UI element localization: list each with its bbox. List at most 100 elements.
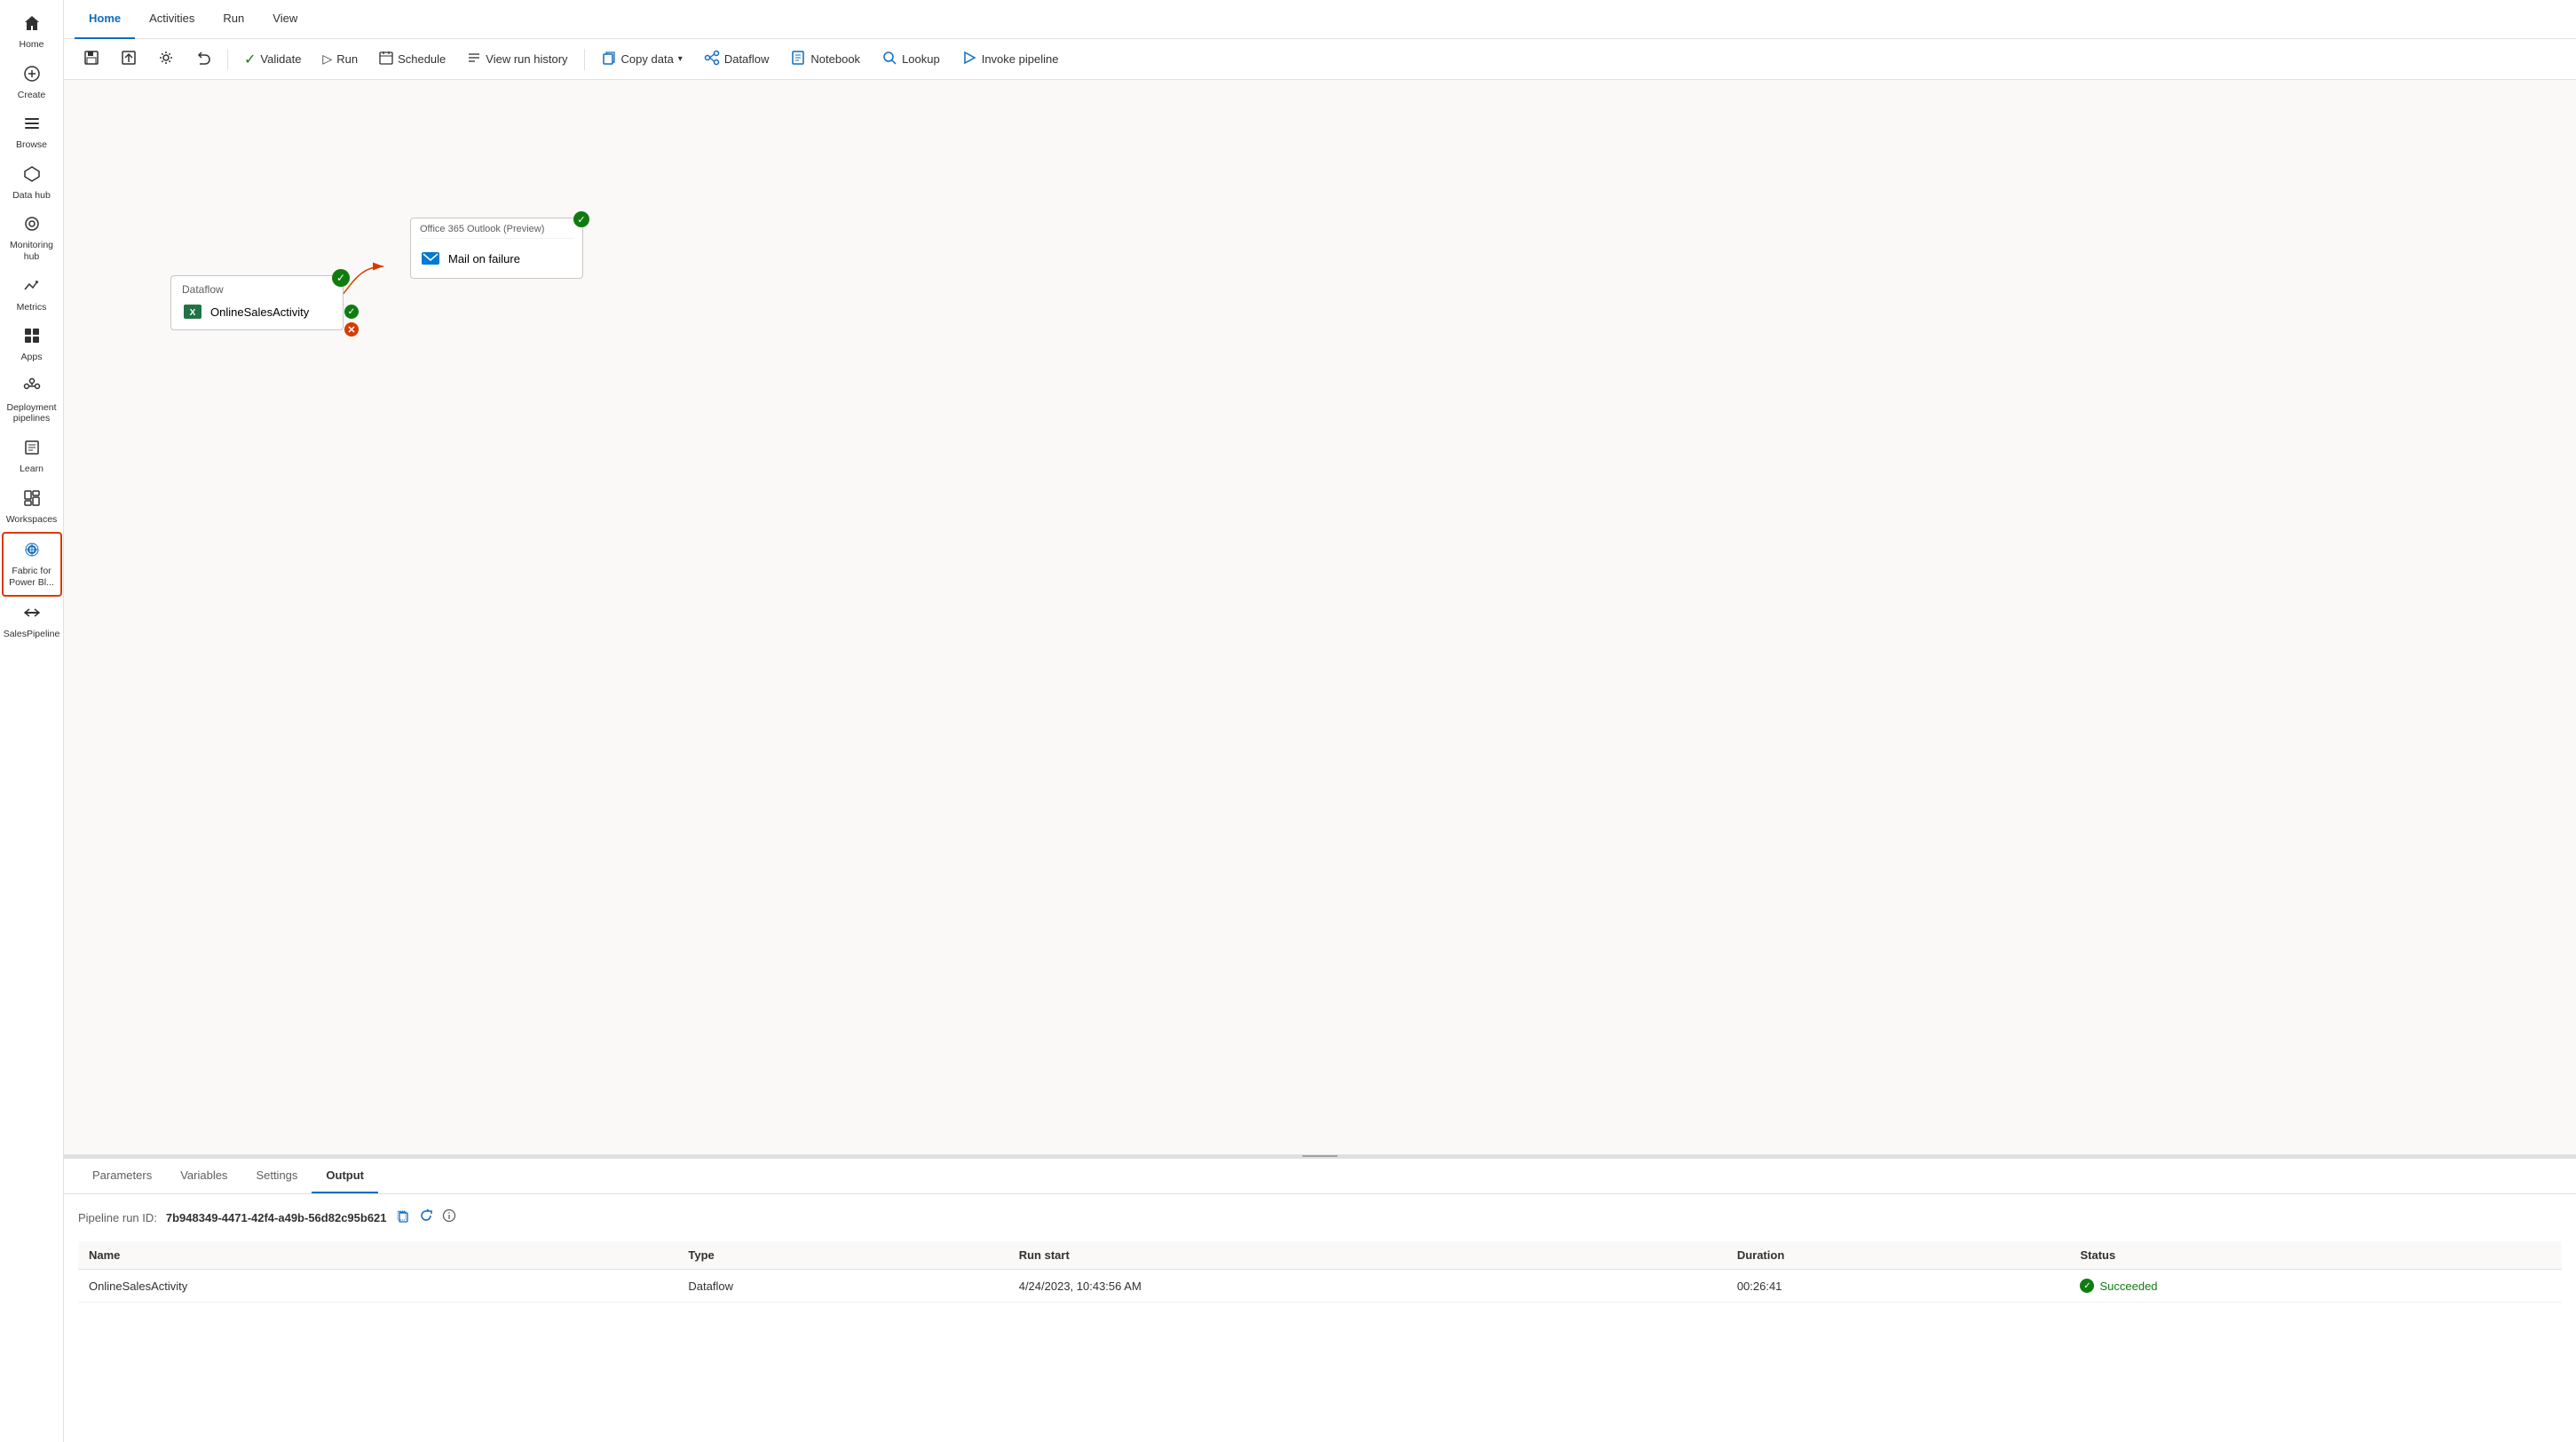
sidebar-item-metrics[interactable]: Metrics [2, 270, 62, 321]
sidebar-item-learn[interactable]: Learn [2, 432, 62, 482]
toolbar: ✓ Validate ▷ Run Schedule View run histo… [64, 39, 2576, 80]
top-navigation: Home Activities Run View [64, 0, 2576, 39]
dataflow-success-badge: ✓ [332, 269, 350, 287]
tab-run[interactable]: Run [209, 0, 258, 39]
sidebar-item-home[interactable]: Home [2, 7, 62, 58]
sidebar-item-workspaces[interactable]: Workspaces [2, 482, 62, 533]
sidebar-item-browse[interactable]: Browse [2, 107, 62, 158]
sidebar: Home Create Browse Data hub Monitoring h… [0, 0, 64, 1442]
status-dot-succeeded: ✓ [2080, 1279, 2094, 1293]
o365-node-activity: Mail on failure [420, 244, 573, 273]
sidebar-item-create[interactable]: Create [2, 58, 62, 108]
sidebar-item-apps[interactable]: Apps [2, 320, 62, 370]
schedule-icon [379, 51, 393, 67]
o365-activity-icon [420, 248, 441, 269]
settings-gear-icon [158, 50, 174, 68]
sidebar-item-workspaces-label: Workspaces [6, 514, 58, 526]
sidebar-item-sales-pipeline-label: SalesPipeline [4, 629, 60, 640]
pipeline-canvas-area[interactable]: ✓ Dataflow X OnlineSalesActivity ✓ ✕ ✓ O… [64, 80, 2576, 1154]
tab-output[interactable]: Output [312, 1158, 378, 1193]
lookup-icon [881, 50, 897, 68]
bottom-tabs: Parameters Variables Settings Output [64, 1159, 2576, 1194]
run-button[interactable]: ▷ Run [313, 45, 367, 74]
fail-branch-badge: ✕ [344, 322, 359, 337]
data-hub-icon [23, 165, 41, 186]
notebook-icon [790, 50, 806, 68]
output-content: Pipeline run ID: 7b948349-4471-42f4-a49b… [64, 1194, 2576, 1442]
learn-icon [23, 439, 41, 460]
run-history-icon [467, 51, 481, 67]
o365-node-header: Office 365 Outlook (Preview) [420, 224, 573, 239]
success-branch-badge: ✓ [344, 305, 359, 319]
col-type: Type [677, 1241, 1007, 1270]
copy-run-id-icon[interactable] [396, 1209, 410, 1226]
sales-pipeline-icon [23, 604, 41, 625]
save-icon [83, 50, 99, 68]
cell-duration: 00:26:41 [1727, 1270, 2070, 1303]
notebook-button[interactable]: Notebook [781, 45, 869, 74]
resize-line [1302, 1155, 1338, 1157]
invoke-pipeline-button[interactable]: Invoke pipeline [952, 45, 1068, 74]
dataflow-node[interactable]: ✓ Dataflow X OnlineSalesActivity ✓ ✕ [170, 275, 344, 330]
copy-data-button[interactable]: Copy data ▾ [592, 45, 691, 74]
sidebar-item-data-hub[interactable]: Data hub [2, 158, 62, 209]
dataflow-activity-name: OnlineSalesActivity [210, 305, 309, 319]
workspaces-icon [23, 489, 41, 511]
invoke-pipeline-icon [961, 50, 977, 68]
undo-icon [195, 50, 211, 68]
dataflow-node-activity: X OnlineSalesActivity [182, 301, 332, 322]
tab-activities[interactable]: Activities [135, 0, 209, 39]
sidebar-item-sales-pipeline[interactable]: SalesPipeline [2, 597, 62, 647]
cell-status: ✓ Succeeded [2069, 1270, 2562, 1303]
table-row[interactable]: OnlineSalesActivity Dataflow 4/24/2023, … [78, 1270, 2562, 1303]
pipeline-run-id-label: Pipeline run ID: [78, 1211, 157, 1224]
dataflow-icon [704, 50, 720, 68]
cell-name: OnlineSalesActivity [78, 1270, 677, 1303]
sidebar-item-metrics-label: Metrics [17, 302, 47, 313]
publish-icon [121, 50, 137, 68]
validate-icon: ✓ [244, 51, 256, 68]
pipeline-settings-button[interactable] [149, 45, 183, 74]
pipeline-run-id-row: Pipeline run ID: 7b948349-4471-42f4-a49b… [78, 1208, 2562, 1227]
metrics-icon [23, 277, 41, 298]
sidebar-item-monitoring-hub[interactable]: Monitoring hub [2, 208, 62, 269]
sidebar-item-home-label: Home [19, 39, 43, 51]
schedule-button[interactable]: Schedule [370, 45, 454, 74]
toolbar-divider-1 [227, 49, 228, 70]
o365-node[interactable]: ✓ Office 365 Outlook (Preview) Mail on f… [410, 218, 583, 279]
view-run-history-button[interactable]: View run history [458, 45, 576, 74]
svg-text:X: X [190, 308, 196, 318]
bottom-panel: Parameters Variables Settings Output Pip… [64, 1158, 2576, 1442]
run-icon: ▷ [322, 52, 332, 67]
undo-button[interactable] [186, 45, 220, 74]
tab-settings[interactable]: Settings [241, 1158, 312, 1193]
tab-view[interactable]: View [258, 0, 312, 39]
pipeline-run-id-value: 7b948349-4471-42f4-a49b-56d82c95b621 [166, 1211, 387, 1224]
output-table: Name Type Run start Duration Status [78, 1241, 2562, 1303]
sidebar-item-fabric-power-bi[interactable]: Fabric for Power Bl... [2, 532, 62, 597]
tab-home[interactable]: Home [75, 0, 135, 39]
dataflow-button[interactable]: Dataflow [695, 45, 778, 74]
refresh-icon[interactable] [419, 1208, 433, 1227]
col-duration: Duration [1727, 1241, 2070, 1270]
sidebar-item-apps-label: Apps [21, 352, 43, 363]
col-name: Name [78, 1241, 677, 1270]
cell-type: Dataflow [677, 1270, 1007, 1303]
fabric-icon [23, 541, 41, 562]
sidebar-item-monitoring-label: Monitoring hub [5, 240, 59, 262]
tab-parameters[interactable]: Parameters [78, 1158, 166, 1193]
sidebar-item-deployment-label: Deployment pipelines [5, 402, 59, 424]
save-button[interactable] [75, 45, 108, 74]
publish-button[interactable] [112, 45, 146, 74]
create-icon [23, 65, 41, 86]
info-icon[interactable] [442, 1208, 456, 1227]
tab-variables[interactable]: Variables [166, 1158, 241, 1193]
monitoring-icon [23, 215, 41, 236]
o365-success-badge: ✓ [573, 211, 589, 227]
validate-button[interactable]: ✓ Validate [235, 45, 310, 74]
home-icon [23, 14, 41, 36]
sidebar-item-fabric-label: Fabric for Power Bl... [7, 566, 57, 588]
dataflow-node-header: Dataflow [182, 283, 332, 296]
sidebar-item-deployment-pipelines[interactable]: Deployment pipelines [2, 370, 62, 432]
lookup-button[interactable]: Lookup [873, 45, 949, 74]
